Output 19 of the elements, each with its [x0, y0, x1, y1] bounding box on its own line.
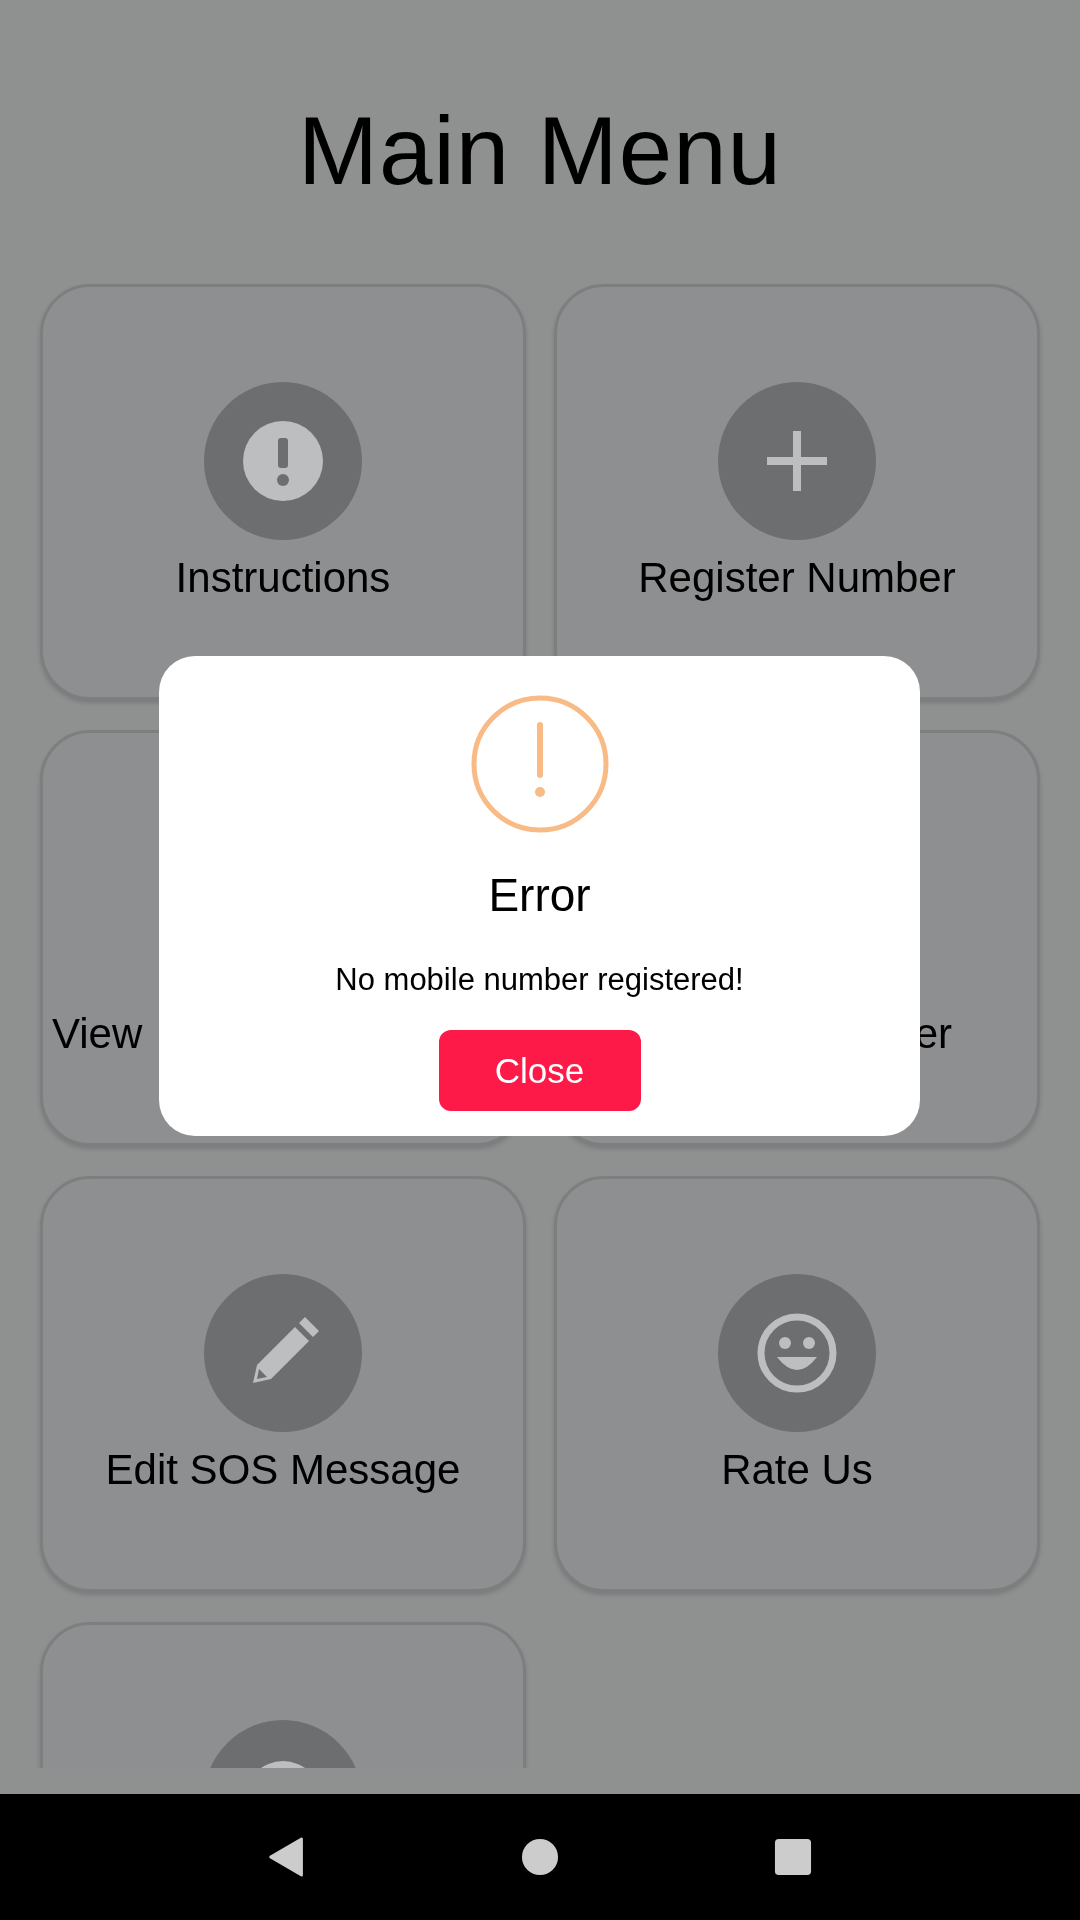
recents-icon[interactable] — [774, 1837, 813, 1877]
card-label: Register Number — [638, 554, 956, 602]
page-title: Main Menu — [297, 96, 783, 188]
card-label: Instructions — [175, 554, 391, 602]
menu-card[interactable]: Rate Us — [554, 1176, 1040, 1592]
menu-card[interactable]: Instructions — [40, 284, 526, 700]
menu-card[interactable]: Edit SOS Message — [40, 1176, 526, 1592]
menu-card[interactable]: Register Number — [554, 284, 1040, 700]
close-button[interactable]: Close — [438, 1030, 641, 1111]
card-label: Rate Us — [721, 1446, 873, 1494]
home-icon[interactable] — [521, 1837, 559, 1877]
exclamation-icon — [243, 421, 323, 501]
smiley-icon — [757, 1313, 837, 1393]
card-label: View — [51, 1010, 143, 1058]
card-label: Edit SOS Message — [105, 1446, 461, 1494]
dialog-message: No mobile number registered! — [335, 962, 744, 998]
warning-icon — [469, 694, 610, 834]
dialog-title: Error — [488, 868, 591, 922]
back-icon[interactable] — [267, 1837, 306, 1877]
